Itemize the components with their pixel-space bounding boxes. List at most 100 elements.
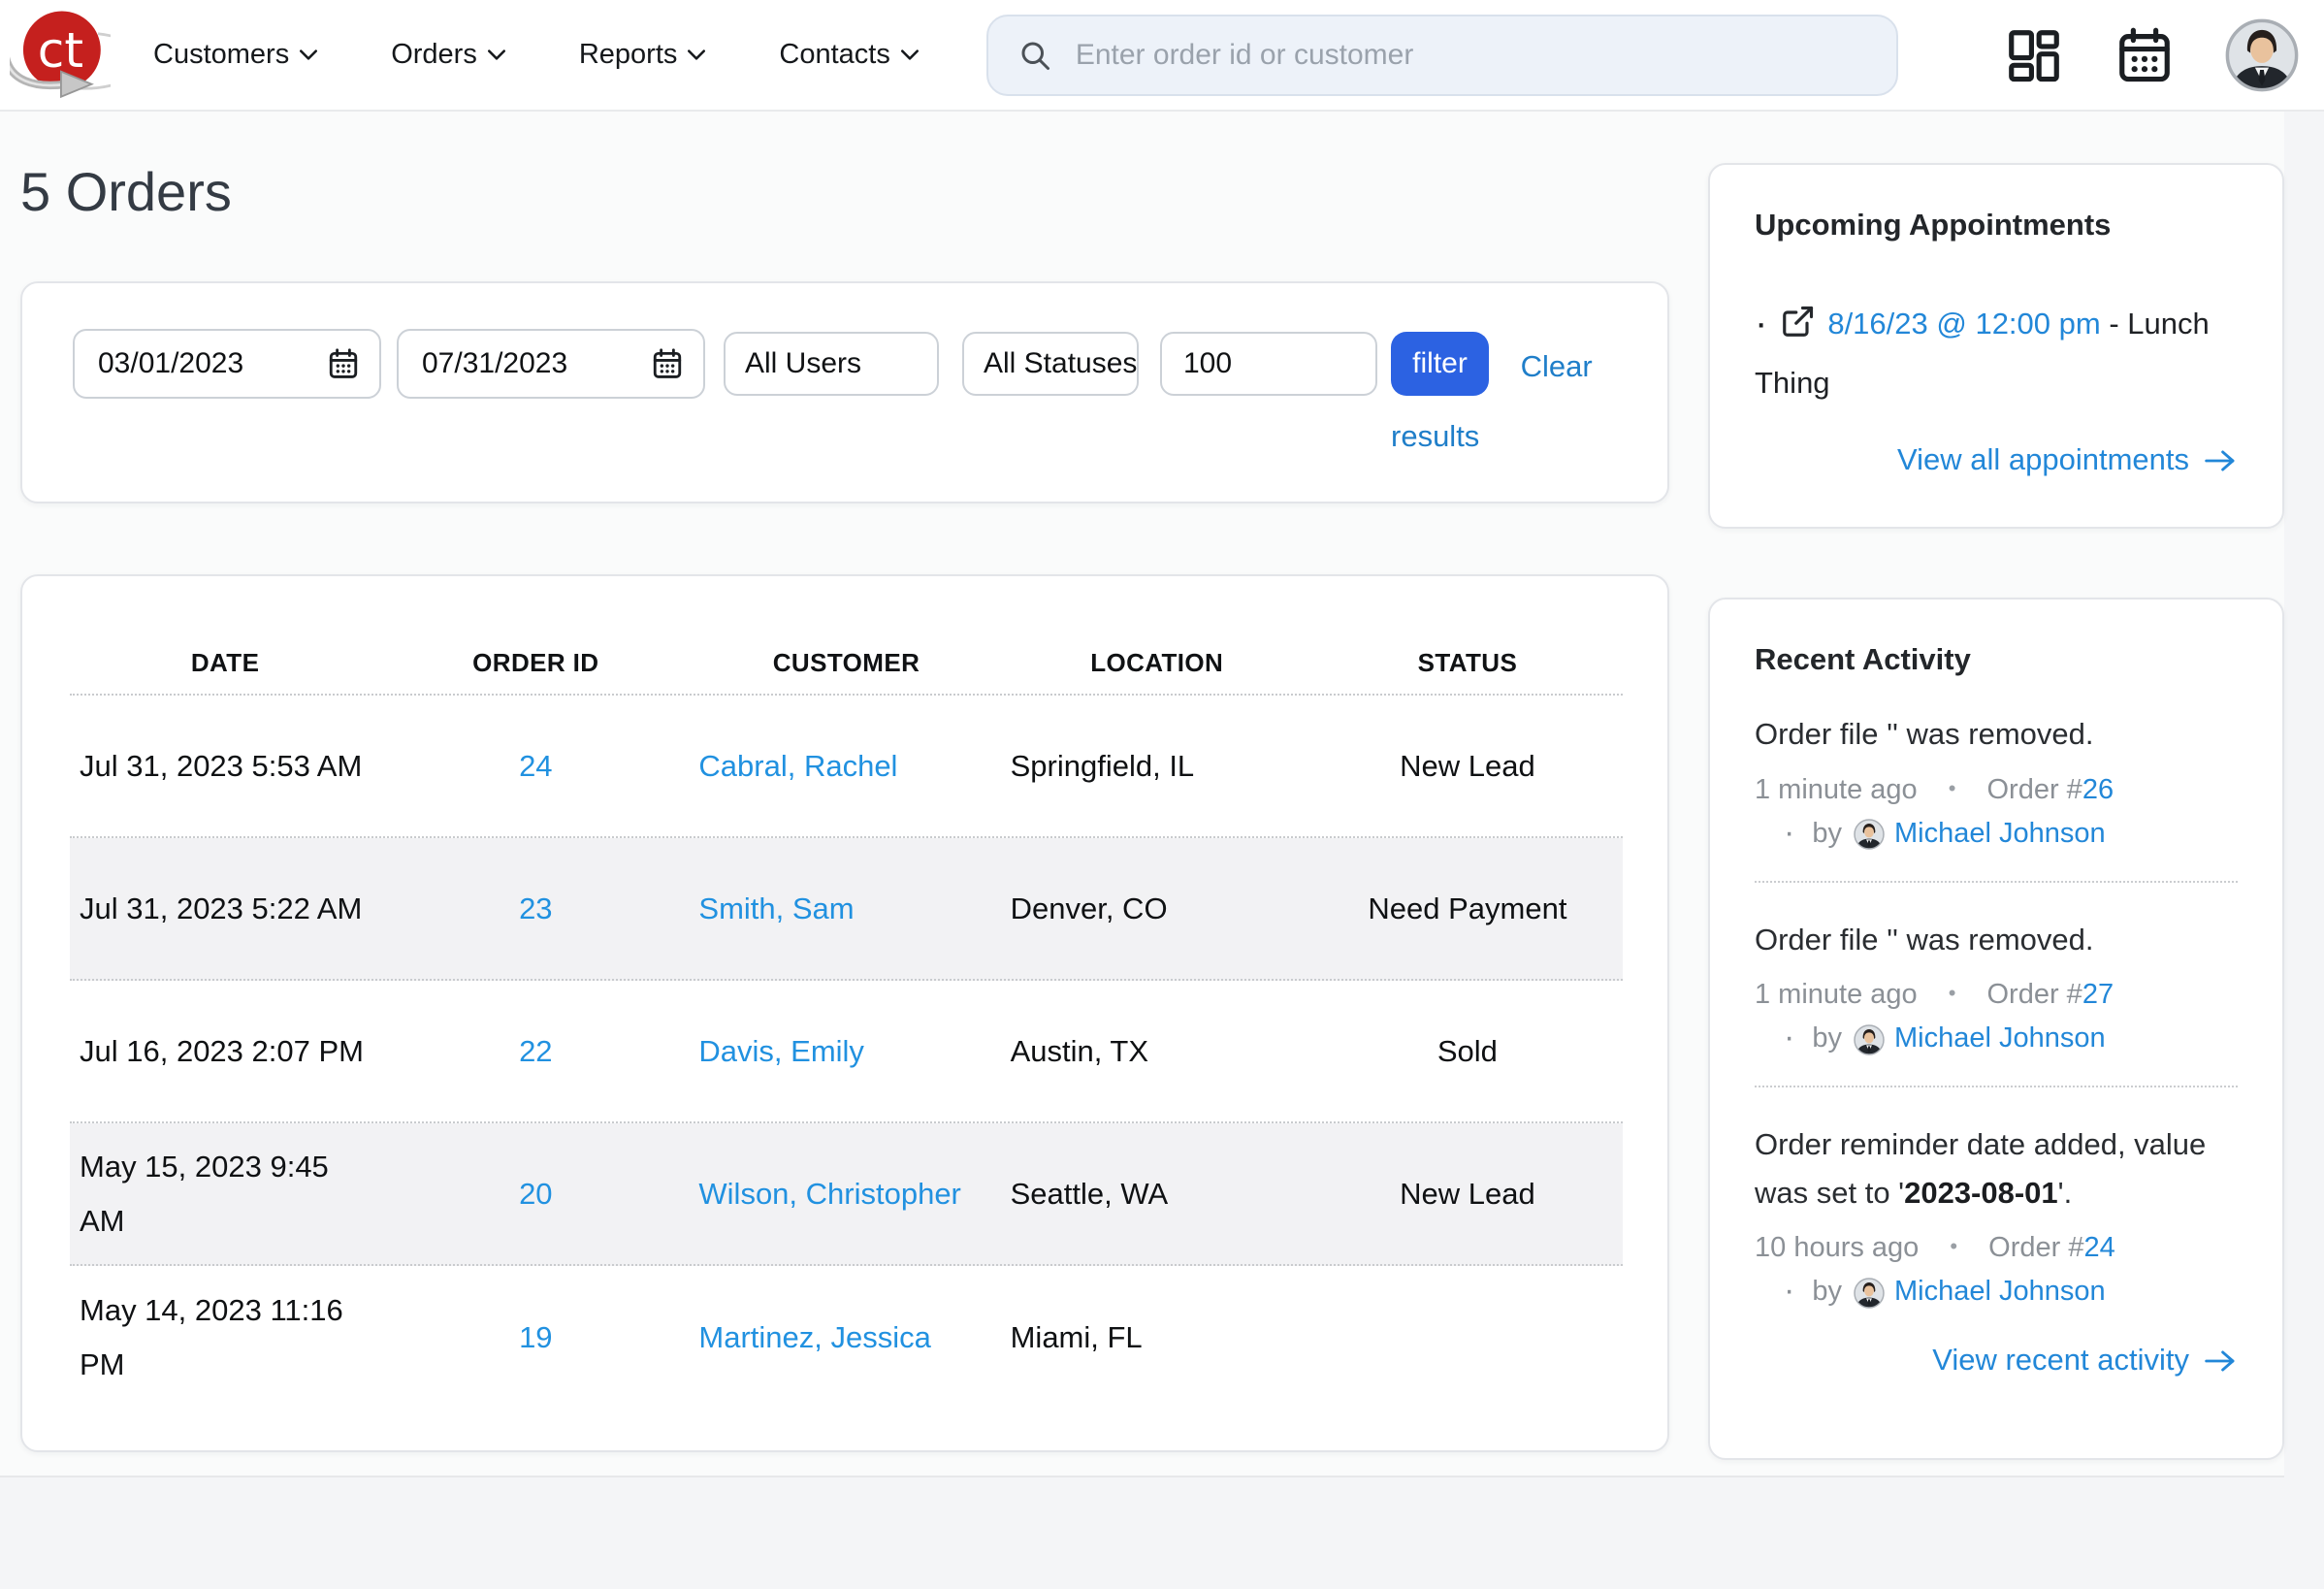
calendar-icon[interactable] (2114, 25, 2175, 85)
dashboard-grid-icon[interactable] (2004, 25, 2064, 85)
order-ref-label: Order # (1987, 774, 2082, 805)
cell-customer: Wilson, Christopher (691, 1177, 1001, 1212)
activity-item: Order file '' was removed. 1 minute ago … (1755, 710, 2238, 852)
col-status: STATUS (1312, 648, 1623, 678)
company-logo[interactable]: ct (10, 5, 111, 106)
cell-date: May 14, 2023 11:16 PM (70, 1283, 380, 1392)
customer-link[interactable]: Davis, Emily (698, 1034, 864, 1068)
table-row: Jul 16, 2023 2:07 PM 22 Davis, Emily Aus… (70, 981, 1623, 1123)
filter-bar: 03/01/2023 07/31/2023 All Users All Stat… (20, 281, 1669, 503)
order-ref-link[interactable]: 24 (2083, 1232, 2114, 1263)
main-content: 5 Orders 03/01/2023 07/31/2023 All Users… (0, 112, 2284, 1477)
activity-text: Order reminder date added, value was set… (1755, 1120, 2238, 1216)
customer-link[interactable]: Wilson, Christopher (698, 1177, 960, 1211)
order-id-link[interactable]: 23 (519, 892, 552, 925)
order-ref-link[interactable]: 26 (2082, 774, 2114, 805)
cell-location: Springfield, IL (1002, 749, 1312, 784)
view-all-appointments-link[interactable]: View all appointments (1755, 442, 2238, 477)
cell-order-id: 20 (380, 1177, 691, 1212)
cell-date: Jul 31, 2023 5:53 AM (70, 739, 380, 794)
dot-separator: • (1950, 1234, 1957, 1258)
dot-separator: · (1784, 1019, 1794, 1055)
cell-customer: Cabral, Rachel (691, 749, 1001, 784)
nav-reports[interactable]: Reports (579, 39, 706, 71)
cell-location: Austin, TX (1002, 1034, 1312, 1069)
divider (1755, 881, 2238, 883)
upcoming-appointments-card: Upcoming Appointments · 8/16/23 @ 12:00 p… (1708, 163, 2284, 529)
arrow-right-icon (2203, 1348, 2238, 1374)
start-date-input[interactable]: 03/01/2023 (73, 329, 381, 399)
header-actions (2004, 18, 2299, 92)
activity-byline: ·byMichael Johnson (1755, 1019, 2238, 1056)
cell-order-id: 22 (380, 1034, 691, 1069)
col-customer: CUSTOMER (691, 648, 1001, 678)
customer-link[interactable]: Martinez, Jessica (698, 1320, 930, 1354)
activity-title: Recent Activity (1755, 642, 2238, 677)
activity-user-link[interactable]: Michael Johnson (1894, 1022, 2106, 1054)
order-id-link[interactable]: 22 (519, 1034, 552, 1068)
cell-customer: Davis, Emily (691, 1034, 1001, 1069)
order-id-link[interactable]: 24 (519, 749, 552, 783)
users-select[interactable]: All Users (724, 332, 939, 396)
chevron-down-icon (300, 49, 317, 60)
list-bullet: · (1755, 302, 1767, 344)
nav-orders[interactable]: Orders (391, 39, 505, 71)
activity-meta: 1 minute ago • Order #27 (1755, 979, 2238, 1011)
order-id-link[interactable]: 20 (519, 1177, 552, 1211)
limit-input[interactable] (1160, 332, 1377, 396)
start-date-value: 03/01/2023 (98, 347, 243, 380)
calendar-picker-icon[interactable] (651, 347, 684, 380)
svg-text:ct: ct (38, 21, 83, 79)
recent-activity-card: Recent Activity Order file '' was remove… (1708, 598, 2284, 1460)
order-id-link[interactable]: 19 (519, 1320, 552, 1354)
cell-status: Sold (1312, 1034, 1623, 1069)
arrow-right-icon (2203, 448, 2238, 473)
col-date: DATE (70, 648, 380, 678)
nav-customers[interactable]: Customers (153, 39, 317, 71)
user-avatar[interactable] (2225, 18, 2299, 92)
cell-location: Seattle, WA (1002, 1177, 1312, 1212)
table-row: May 15, 2023 9:45 AM 20 Wilson, Christop… (70, 1123, 1623, 1266)
cell-location: Denver, CO (1002, 892, 1312, 926)
appointment-item: ·8/16/23 @ 12:00 pm - Lunch Thing (1755, 289, 2238, 409)
activity-byline: ·byMichael Johnson (1755, 814, 2238, 852)
activity-meta: 1 minute ago • Order #26 (1755, 774, 2238, 806)
order-ref-label: Order # (1988, 1232, 2083, 1263)
appointment-link[interactable]: 8/16/23 @ 12:00 pm (1827, 307, 2100, 340)
filter-button[interactable]: filter (1391, 332, 1489, 396)
appointments-title: Upcoming Appointments (1755, 208, 2238, 243)
dot-separator: · (1784, 1272, 1794, 1309)
chevron-down-icon (488, 49, 505, 60)
cell-status: Need Payment (1312, 892, 1623, 926)
view-recent-activity-link[interactable]: View recent activity (1755, 1343, 2238, 1378)
nav-reports-label: Reports (579, 39, 678, 71)
nav-customers-label: Customers (153, 39, 289, 71)
nav-contacts-label: Contacts (779, 39, 889, 71)
nav-contacts[interactable]: Contacts (779, 39, 918, 71)
user-avatar (1854, 819, 1885, 850)
external-link-icon (1781, 304, 1816, 339)
activity-user-link[interactable]: Michael Johnson (1894, 1276, 2106, 1307)
users-select-value: All Users (745, 347, 861, 380)
order-ref-label: Order # (1987, 979, 2082, 1010)
chevron-down-icon (688, 49, 705, 60)
search-input[interactable] (1076, 39, 1867, 72)
sidebar: Upcoming Appointments · 8/16/23 @ 12:00 p… (1708, 112, 2284, 1460)
orders-section: 5 Orders 03/01/2023 07/31/2023 All Users… (20, 112, 1669, 1452)
customer-link[interactable]: Smith, Sam (698, 892, 854, 925)
order-ref-link[interactable]: 27 (2082, 979, 2114, 1010)
user-avatar (1854, 1024, 1885, 1055)
statuses-select[interactable]: All Statuses (962, 332, 1139, 396)
global-search-bar (986, 15, 1898, 96)
cell-customer: Martinez, Jessica (691, 1320, 1001, 1355)
activity-user-link[interactable]: Michael Johnson (1894, 818, 2106, 849)
page-title: 5 Orders (20, 160, 1669, 223)
calendar-picker-icon[interactable] (327, 347, 360, 380)
customer-link[interactable]: Cabral, Rachel (698, 749, 897, 783)
chevron-down-icon (901, 49, 919, 60)
col-order-id: ORDER ID (380, 648, 691, 678)
activity-time: 10 hours ago (1755, 1232, 1919, 1263)
end-date-input[interactable]: 07/31/2023 (397, 329, 705, 399)
cell-location: Miami, FL (1002, 1320, 1312, 1355)
dot-separator: • (1949, 776, 1956, 800)
